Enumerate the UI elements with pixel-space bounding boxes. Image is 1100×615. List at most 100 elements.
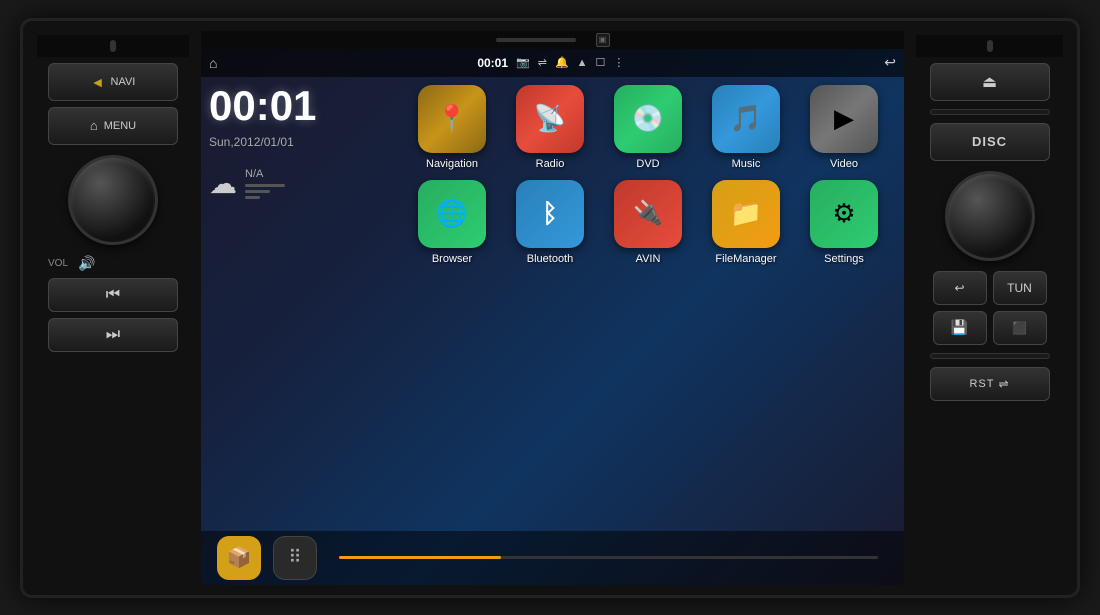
app-video[interactable]: ▶ Video: [799, 85, 889, 170]
screen-bezel: ⌂ 00:01 📷 ⇌ 🔔 ▲ ☐ ⋮ ↩: [201, 49, 904, 585]
dvd-label: DVD: [636, 158, 659, 170]
right-top-strip: [916, 35, 1063, 57]
settings-icon: ⚙: [832, 198, 855, 229]
app-avin[interactable]: 🔌 AVIN: [603, 180, 693, 265]
speaker-icon: 🔊: [78, 255, 95, 272]
notification-icon: 🔔: [555, 56, 569, 69]
dock-icon-1-symbol: 📦: [227, 545, 252, 570]
left-panel: ◄ NAVI ⌂ MENU VOL 🔊 ⏮ ⏭: [33, 31, 193, 585]
rst-button[interactable]: RST ⇌: [930, 367, 1050, 401]
app-radio[interactable]: 📡 Radio: [505, 85, 595, 170]
tune-knob[interactable]: [945, 171, 1035, 261]
android-screen: ⌂ 00:01 📷 ⇌ 🔔 ▲ ☐ ⋮ ↩: [201, 49, 904, 585]
home-icon[interactable]: ⌂: [209, 55, 217, 71]
navigation-icon-bg: 📍: [418, 85, 486, 153]
app-music[interactable]: 🎵 Music: [701, 85, 791, 170]
eject-icon: ⏏: [982, 72, 997, 92]
camera-icon: 📷: [516, 56, 530, 69]
navi-button[interactable]: ◄ NAVI: [48, 63, 178, 101]
app-navigation[interactable]: 📍 Navigation: [407, 85, 497, 170]
avin-icon: 🔌: [633, 199, 663, 228]
settings-label: Settings: [824, 253, 864, 265]
app-dvd[interactable]: 💿 DVD: [603, 85, 693, 170]
disc-slot-indicator: [496, 38, 576, 42]
status-right: ↩: [884, 54, 896, 71]
display-icon: ☐: [596, 56, 606, 69]
center-screen: ▣ ⌂ 00:01 📷 ⇌ 🔔 ▲ ☐ ⋮: [201, 31, 904, 585]
navi-label: NAVI: [111, 76, 136, 88]
dvd-icon-bg: 💿: [614, 85, 682, 153]
tun-label: TUN: [1007, 281, 1032, 295]
weather-bar-1: [245, 184, 285, 187]
dock-icon-2-symbol: ⠿: [288, 547, 301, 568]
status-left: ⌂: [209, 55, 217, 71]
vol-label: VOL: [48, 258, 68, 269]
disc-button[interactable]: DISC: [930, 123, 1050, 161]
bluetooth-label: Bluetooth: [527, 253, 573, 265]
video-label: Video: [830, 158, 858, 170]
app-browser[interactable]: 🌐 Browser: [407, 180, 497, 265]
back-tun-row: ↩ TUN: [933, 271, 1047, 305]
menu-button[interactable]: ⌂ MENU: [48, 107, 178, 145]
app-row-2: 🌐 Browser ᛒ Bluetooth: [407, 180, 896, 265]
cloud-icon: ☁: [209, 167, 237, 200]
eject-button[interactable]: ⏏: [930, 63, 1050, 101]
next-track-button[interactable]: ⏭: [48, 318, 178, 352]
dvd-icon: 💿: [632, 103, 664, 134]
weather-bars: [245, 184, 285, 199]
status-center: 00:01 📷 ⇌ 🔔 ▲ ☐ ⋮: [477, 56, 624, 70]
next-track-icon: ⏭: [106, 326, 120, 344]
radio-label: Radio: [536, 158, 565, 170]
eject-status-icon: ▲: [577, 57, 588, 69]
wifi-icon: ⇌: [998, 377, 1009, 391]
status-bar: ⌂ 00:01 📷 ⇌ 🔔 ▲ ☐ ⋮ ↩: [201, 49, 904, 77]
vol-row: VOL 🔊: [48, 255, 178, 272]
radio-icon-bg: 📡: [516, 85, 584, 153]
usb-icon: ⬛: [1012, 321, 1027, 335]
dock-icon-2[interactable]: ⠿: [273, 536, 317, 580]
sd-icon: 💾: [951, 319, 968, 336]
dock-progress-fill: [339, 556, 501, 559]
music-icon-bg: 🎵: [712, 85, 780, 153]
car-head-unit: ◄ NAVI ⌂ MENU VOL 🔊 ⏮ ⏭ ▣: [20, 18, 1080, 598]
disc-slot: [930, 109, 1050, 115]
left-info: 00:01 Sun,2012/01/01 ☁ N/A: [209, 85, 399, 523]
corner-indicator: ▣: [596, 33, 610, 47]
back-button[interactable]: ↩: [933, 271, 987, 305]
rst-label: RST: [969, 378, 994, 390]
usb-button[interactable]: ⬛: [993, 311, 1047, 345]
weather-bar-2: [245, 190, 270, 193]
app-filemanager[interactable]: 📁 FileManager: [701, 180, 791, 265]
date-display: Sun,2012/01/01: [209, 135, 399, 149]
avin-icon-bg: 🔌: [614, 180, 682, 248]
menu-label: MENU: [104, 120, 136, 132]
app-settings[interactable]: ⚙ Settings: [799, 180, 889, 265]
navigation-icon: 📍: [436, 103, 468, 134]
browser-icon-bg: 🌐: [418, 180, 486, 248]
screen-top-strip: ▣: [201, 31, 904, 49]
disc-label: DISC: [972, 134, 1007, 149]
back-nav-icon[interactable]: ↩: [884, 54, 896, 71]
dock-progress-bar: [339, 556, 878, 559]
app-grid: 📍 Navigation 📡 Radio: [407, 85, 896, 523]
bottom-dock: 📦 ⠿: [201, 531, 904, 585]
music-icon: 🎵: [730, 103, 762, 134]
back-icon: ↩: [954, 281, 964, 295]
sync-icon: ⇌: [538, 56, 547, 69]
app-bluetooth[interactable]: ᛒ Bluetooth: [505, 180, 595, 265]
tun-button[interactable]: TUN: [993, 271, 1047, 305]
status-time: 00:01: [477, 56, 508, 70]
browser-label: Browser: [432, 253, 472, 265]
filemanager-icon-bg: 📁: [712, 180, 780, 248]
sd-button[interactable]: 💾: [933, 311, 987, 345]
dock-icon-1[interactable]: 📦: [217, 536, 261, 580]
weather-bar-3: [245, 196, 260, 199]
filemanager-icon: 📁: [730, 198, 762, 229]
volume-knob[interactable]: [68, 155, 158, 245]
clock-display: 00:01: [209, 85, 399, 127]
prev-track-button[interactable]: ⏮: [48, 278, 178, 312]
menu-home-icon: ⌂: [90, 118, 98, 133]
mic-slot: [110, 40, 116, 52]
settings-icon-bg: ⚙: [810, 180, 878, 248]
more-icon: ⋮: [613, 56, 624, 69]
